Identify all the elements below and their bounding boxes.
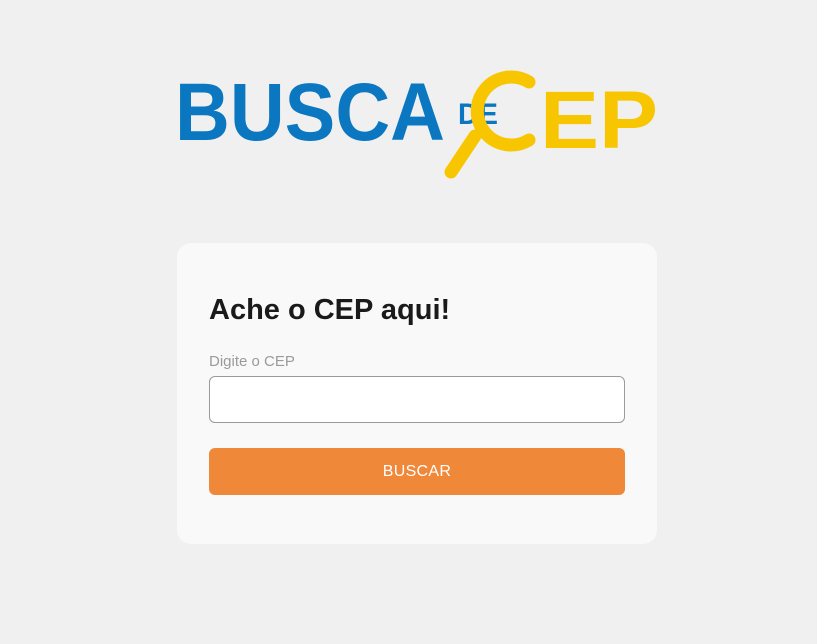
logo-word-busca: BUSCA bbox=[175, 67, 445, 158]
cep-input[interactable] bbox=[209, 376, 625, 423]
search-button[interactable]: BUSCAR bbox=[209, 448, 625, 495]
cep-field-label: Digite o CEP bbox=[209, 353, 295, 370]
search-card: Ache o CEP aqui! Digite o CEP BUSCAR bbox=[177, 243, 657, 544]
page: BUSCA DE EP Ache o CEP aqui! Digite o CE… bbox=[0, 0, 817, 644]
card-title: Ache o CEP aqui! bbox=[209, 294, 451, 326]
busca-de-cep-logo: BUSCA DE EP bbox=[175, 62, 659, 184]
logo-word-cep: EP bbox=[540, 75, 658, 166]
